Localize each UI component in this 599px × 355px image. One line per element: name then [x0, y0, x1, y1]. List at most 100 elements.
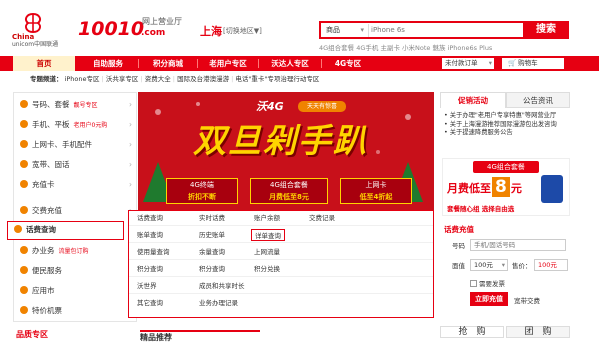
nav-self-service[interactable]: 自助服务	[78, 56, 138, 71]
dropdown-link[interactable]: 成员和共享时长	[199, 279, 245, 294]
dropdown-row: 其它查询 业务办理记录	[129, 296, 433, 311]
dropdown-row-head[interactable]: 账单查询	[137, 228, 163, 243]
sidebar-item-services[interactable]: 办业务 流量包订购	[14, 243, 136, 259]
news-item[interactable]: • 关于提速降费服务公告	[444, 129, 557, 138]
sidebar-item-phones[interactable]: 手机、平板 老用户0元购 ›	[14, 117, 136, 133]
banner-box-bottom: 低至4折起	[359, 193, 393, 201]
banner-tag: 沃4G	[256, 100, 284, 113]
broadband-icon	[20, 160, 28, 168]
news-item[interactable]: • 关于办理"老用户专享特惠"等网营业厅	[444, 112, 557, 121]
dropdown-link[interactable]: 业务办理记录	[199, 296, 238, 311]
dropdown-row: 账单查询 历史账单 详单查询	[129, 228, 433, 244]
sidebar-item-bill-query[interactable]: 话费查询	[7, 221, 124, 240]
broadband-payment-link[interactable]: 宽带交费	[514, 295, 540, 305]
banner-box-bottom: 折扣不断	[188, 193, 216, 201]
sim-card-icon	[541, 175, 563, 203]
sidebar-item-flights[interactable]: 特价机票	[14, 303, 136, 319]
zone-link[interactable]: 资费大全	[145, 75, 171, 83]
phone-number-input[interactable]	[470, 239, 566, 251]
hot-keywords[interactable]: 4G组合套餐 4G手机 主副卡 小米Note 魅族 iPhone6s Plus	[319, 42, 492, 52]
nav-wo-daren[interactable]: 沃达人专区	[259, 56, 321, 71]
promo-line-text: 月费低至	[447, 182, 491, 195]
brand-10010[interactable]: 10010	[78, 18, 144, 40]
dropdown-row-head[interactable]: 话费查询	[137, 211, 163, 226]
zone-link[interactable]: 沃共享专区	[106, 75, 139, 83]
search-button[interactable]: 搜索	[523, 21, 569, 39]
dropdown-link[interactable]: 实时话费	[199, 211, 225, 226]
dropdown-link[interactable]: 余量查询	[199, 245, 225, 260]
dropdown-link[interactable]: 上网流量	[254, 245, 280, 260]
app-icon	[20, 286, 28, 294]
sidebar-item-app-market[interactable]: 应用市	[14, 283, 136, 299]
dropdown-link[interactable]: 积分查询	[199, 262, 225, 277]
service-icon	[20, 246, 28, 254]
search-input[interactable]	[371, 24, 521, 37]
tab-announcements[interactable]: 公告资讯	[506, 92, 570, 108]
sidebar-item-label: 应用市	[32, 286, 55, 295]
topic-channels: 专题频道： iPhone专区 | 沃共享专区 | 资费大全 | 国际及台港澳漫游…	[0, 73, 599, 85]
promo-banner[interactable]: 沃4G 天天有惊喜 双旦剁手趴 4G终端 折扣不断 4G组合套餐 月费低至8元 …	[138, 92, 434, 212]
news-item-text: 关于上海漫游推荐国际漫游包出发咨询	[449, 120, 557, 128]
dropdown-row: 沃世界 成员和共享时长	[129, 279, 433, 295]
news-item-text: 关于提速降费服务公告	[449, 129, 513, 136]
cart-button[interactable]: 🛒 购物车	[502, 58, 564, 69]
sidebar-item-broadband[interactable]: 宽带、固话 ›	[14, 157, 136, 173]
unpaid-orders-button[interactable]: 未付款订单 ▾	[442, 58, 494, 69]
banner-box-terminal[interactable]: 4G终端 折扣不断	[166, 178, 238, 204]
chevron-right-icon: ›	[129, 140, 132, 149]
dropdown-link[interactable]: 历史账单	[199, 228, 225, 243]
cart-icon: 🛒	[508, 59, 517, 67]
amount-select[interactable]: 100元 ▾	[470, 259, 508, 271]
dropdown-row: 话费查询 实时话费 账户余额 交费记录	[129, 211, 433, 227]
sidebar-item-label: 号码、套餐	[32, 100, 70, 109]
news-item-text: 关于办理"老用户专享特惠"等网营业厅	[449, 112, 557, 119]
brand-subtitle: 网上营业厅	[142, 17, 182, 26]
sidebar-item-data-cards[interactable]: 上网卡、手机配件 ›	[14, 137, 136, 153]
news-item[interactable]: • 关于上海漫游推荐国际漫游包出发咨询	[444, 121, 557, 130]
dropdown-row-head[interactable]: 使用量查询	[137, 245, 170, 260]
banner-box-datacard[interactable]: 上网卡 低至4折起	[340, 178, 412, 204]
dropdown-row-head[interactable]: 沃世界	[137, 279, 157, 294]
promo-4g-package[interactable]: 4G组合套餐 月费低至 8 元 套餐随心组 选择自由选	[442, 158, 570, 216]
tab-flash-sale[interactable]: 抢 购	[440, 326, 504, 338]
recharge-submit-button[interactable]: 立即充值	[470, 292, 508, 306]
plane-icon	[20, 306, 28, 314]
section-quality-zone[interactable]: 品质专区	[16, 330, 126, 355]
dropdown-link[interactable]: 交费记录	[309, 211, 335, 226]
sidebar-item-label: 充值卡	[32, 180, 55, 189]
search-category-select[interactable]: 商品 ▾	[323, 24, 369, 37]
zone-link[interactable]: iPhone专区	[65, 75, 100, 83]
banner-box-package[interactable]: 4G组合套餐 月费低至8元	[250, 178, 328, 204]
sidebar-item-mini-link[interactable]: 流量包订购	[59, 248, 89, 255]
brand-domain: .com	[141, 28, 166, 38]
dropdown-link[interactable]: 积分兑换	[254, 262, 280, 277]
dropdown-row-head[interactable]: 其它查询	[137, 296, 163, 311]
dropdown-row-head[interactable]: 积分查询	[137, 262, 163, 277]
zone-link[interactable]: 国际及台港澳漫游	[177, 75, 229, 83]
dropdown-link[interactable]: 账户余额	[254, 211, 280, 226]
zones-label: 专题频道：	[30, 75, 63, 83]
nav-4g[interactable]: 4G专区	[322, 56, 374, 71]
invoice-checkbox[interactable]: 需要发票	[470, 278, 505, 288]
unicom-logo-icon[interactable]	[18, 12, 48, 34]
tab-promotions[interactable]: 促销活动	[440, 92, 506, 108]
convenience-icon	[20, 266, 28, 274]
sidebar-item-payment[interactable]: 交费充值›	[14, 203, 136, 219]
dropdown-row: 积分查询 积分查询 积分兑换	[129, 262, 433, 278]
sidebar-item-mini-link[interactable]: 靓号专区	[74, 102, 98, 109]
tab-group-buy[interactable]: 团 购	[506, 326, 570, 338]
detail-bill-link[interactable]: 详单查询	[251, 229, 285, 241]
sidebar-item-convenience[interactable]: 便民服务	[14, 263, 136, 279]
bill-query-dropdown: 话费查询 实时话费 账户余额 交费记录 账单查询 历史账单 详单查询 使用量查询…	[128, 210, 434, 318]
sidebar-item-topup-card[interactable]: 充值卡 ›	[14, 177, 136, 193]
sidebar-item-mini-link[interactable]: 老用户0元购	[74, 122, 108, 129]
sidebar-item-label: 特价机票	[32, 306, 62, 315]
switch-region-link[interactable]: [切换地区▼]	[223, 26, 262, 36]
nav-points-mall[interactable]: 积分商城	[139, 56, 197, 71]
nav-home[interactable]: 首页	[13, 56, 75, 71]
sidebar-item-numbers[interactable]: 号码、套餐 靓号专区 ›	[14, 97, 136, 113]
section-recommend[interactable]: 精品推荐	[140, 330, 260, 355]
promo-price: 8	[492, 177, 510, 197]
zone-link[interactable]: 电话"重卡"专项治理行动专区	[235, 75, 319, 83]
nav-old-user[interactable]: 老用户专区	[198, 56, 258, 71]
